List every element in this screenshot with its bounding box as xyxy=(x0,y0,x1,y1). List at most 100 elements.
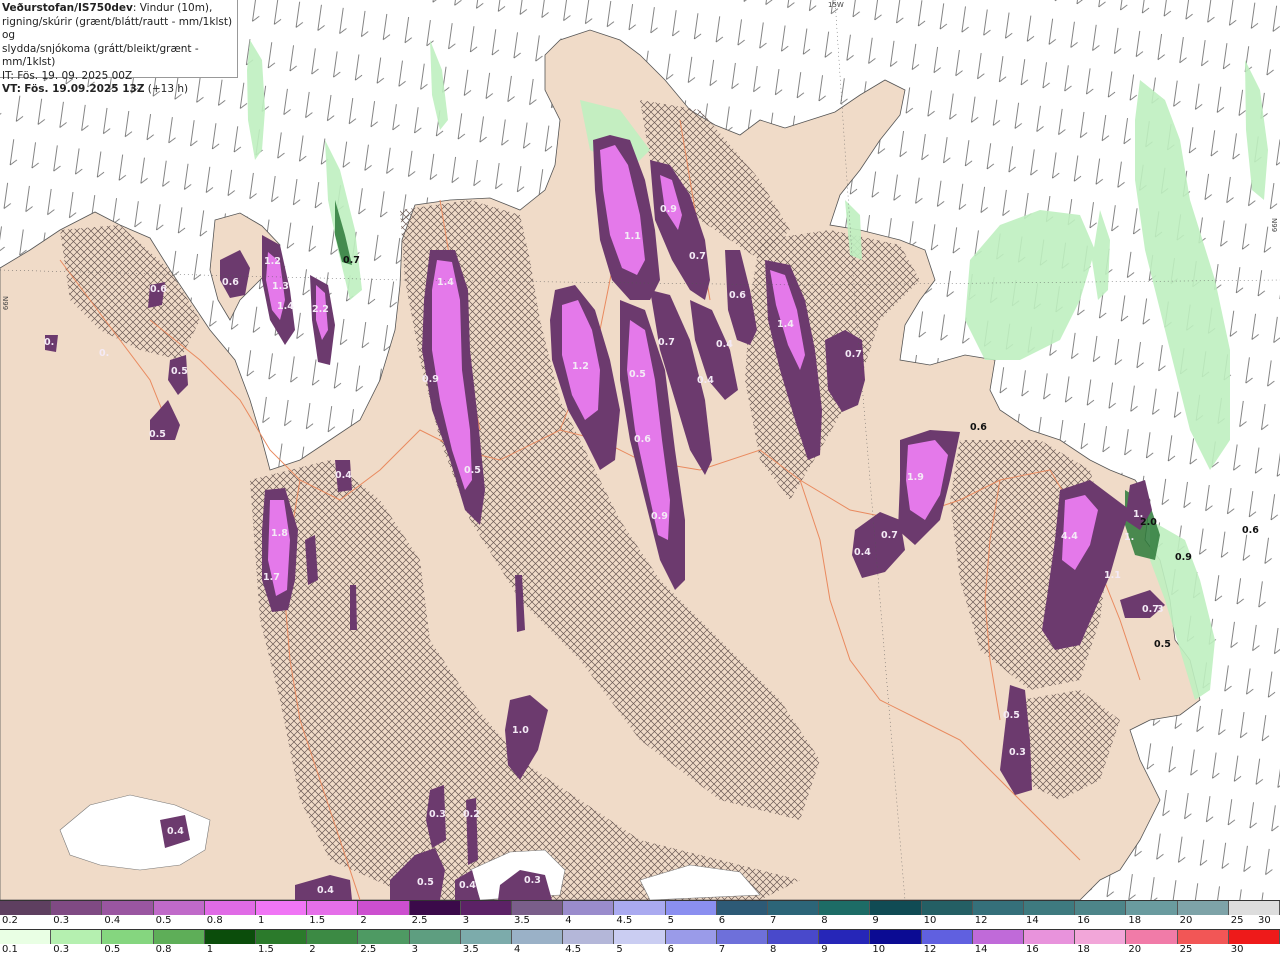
map-value-label: 0.4 xyxy=(317,885,334,896)
legend-tick-label: 0.8 xyxy=(206,915,223,926)
map-value-label: 0.5 xyxy=(464,465,481,476)
legend-tick-label: 18 xyxy=(1077,944,1090,955)
legend-swatch xyxy=(1075,930,1127,944)
map-value-label: 0.7 xyxy=(343,255,360,266)
legend-tick-label: 0.1 xyxy=(2,944,18,955)
legend-tick-label: 1 xyxy=(206,944,214,955)
legend-tick-label: 6 xyxy=(667,944,674,955)
map-value-label: 1.2 xyxy=(264,256,281,267)
legend-tick-label: 0.3 xyxy=(53,915,70,926)
map-value-label: 0.6 xyxy=(634,434,651,445)
legend-tick-label: 9 xyxy=(821,944,828,955)
map-value-label: 0.3 xyxy=(524,875,541,886)
map-value-label: 0.6 xyxy=(970,422,987,433)
legend-swatch xyxy=(870,930,922,944)
legend-swatch xyxy=(358,930,410,944)
map-value-label: 3 xyxy=(1157,604,1164,615)
legend-swatch xyxy=(972,930,1025,944)
legend-tick-label: 9 xyxy=(872,915,879,926)
legend-swatch xyxy=(358,901,410,915)
vt-label: VT: xyxy=(2,83,21,95)
map-value-label: 0.7 xyxy=(689,251,706,262)
latitude-label-left: 66N xyxy=(2,296,10,311)
map-value-label: 0.9 xyxy=(660,204,677,215)
legend-tick-label: 3.5 xyxy=(462,944,479,955)
legend-swatch xyxy=(1126,901,1178,915)
legend-tick-label: 5 xyxy=(667,915,674,926)
snow-legend-labels: 0.2 0.3 0.4 0.5 0.8 1 1.5 2 2.5 3 3.5 4 4.5 5 6 7 8 9 10 12… xyxy=(0,915,1280,929)
map-value-label: 0.4 xyxy=(697,375,714,386)
map-value-label: 0.6 xyxy=(729,290,746,301)
map-value-label: 0.2 xyxy=(463,809,480,820)
map-value-label: 0.6 xyxy=(1242,525,1259,536)
legend-tick-label: 3 xyxy=(462,915,470,926)
legend-swatch xyxy=(563,901,615,915)
legend-tick-label: 10 xyxy=(872,944,886,955)
map-value-label: 0.3 xyxy=(429,809,446,820)
legend-tick-label: 30 xyxy=(1258,915,1271,926)
legend-swatch xyxy=(1228,930,1280,944)
legend-tick-label: 3.5 xyxy=(514,915,530,926)
map-value-label: 0.4 xyxy=(854,547,871,558)
snow-legend: 0.2 0.3 0.4 0.5 0.8 1 1.5 2 2.5 3 3.5 4 4.5 5 6 7 8 9 10 12… xyxy=(0,900,1280,929)
valid-time: VT: Fös. 19.09.2025 13Z (+13 h) xyxy=(2,83,237,97)
legend-swatch xyxy=(102,901,154,915)
map-value-label: 0. xyxy=(99,348,110,359)
legend-swatch xyxy=(0,901,52,915)
map-value-label: 0.5 xyxy=(1003,710,1020,721)
map-value-label: 0.4 xyxy=(167,826,184,837)
legend-swatch xyxy=(51,901,103,915)
legend-tick-label: 4.5 xyxy=(616,915,633,926)
legend-tick-label: 4.5 xyxy=(565,944,582,955)
legend-swatch xyxy=(1126,930,1178,944)
legend-tick-label: 0.2 xyxy=(2,915,18,926)
snow-legend-swatches xyxy=(0,900,1280,915)
legend-tick-label: 1 xyxy=(258,915,265,926)
rain-legend: 0.1 0.3 0.5 0.8 1 1.5 2 2.5 3 3.5 4 4.5 5 6 7 8 9 10 12 14 1… xyxy=(0,929,1280,958)
legend-swatch xyxy=(512,930,564,944)
legend-swatch xyxy=(614,901,666,915)
legend-swatch xyxy=(665,901,717,915)
legend-swatch xyxy=(512,901,564,915)
legend-swatch xyxy=(1024,930,1076,944)
legend-tick-label: 3 xyxy=(411,944,418,955)
legend-swatch xyxy=(51,930,103,944)
map-value-label: 1.9 xyxy=(907,472,924,483)
map-value-label: 1.7 xyxy=(263,572,280,583)
map-header: Veðurstofan/IS750dev: Vindur (10m), rign… xyxy=(0,0,238,95)
source-name: Veðurstofan/IS750dev xyxy=(2,2,133,14)
legend-swatch xyxy=(716,930,769,944)
map-value-label: 0.9 xyxy=(1175,552,1192,563)
legend-tick-label: 0.5 xyxy=(155,915,172,926)
rain-legend-swatches xyxy=(0,929,1280,944)
legend-swatch xyxy=(1075,901,1127,915)
legend-tick-label: 14 xyxy=(974,944,988,955)
vt-value: Fös. 19.09.2025 13Z xyxy=(24,83,145,95)
legend-tick-label: 1.5 xyxy=(309,915,326,926)
map-value-label: 1.8 xyxy=(271,528,288,539)
legend-tick-label: 6 xyxy=(718,915,726,926)
map-value-label: 1.1 xyxy=(624,231,641,242)
title-line: Veðurstofan/IS750dev: Vindur (10m), xyxy=(2,2,237,16)
map-value-label: 0.6 xyxy=(150,284,167,295)
legend-swatch xyxy=(460,930,513,944)
vt-offset: (+13 h) xyxy=(147,83,189,95)
legend-tick-label: 1.5 xyxy=(258,944,274,955)
map-value-label: 1.0 xyxy=(512,725,529,736)
map-value-label: 2.0 xyxy=(1140,517,1157,528)
legend-swatch xyxy=(409,930,461,944)
map-value-label: 0.5 xyxy=(629,369,646,380)
legend-swatch xyxy=(409,901,461,915)
legend-swatch xyxy=(307,901,359,915)
map-area[interactable]: 0.7 0.6 1.2 1.3 1.4 2.2 0.6 0. 0. 0.5 0.5 1.4 0.9 0.5… xyxy=(0,0,1280,900)
legend-tick-label: 5 xyxy=(616,944,623,955)
legend-swatch xyxy=(819,901,871,915)
map-value-label: 0.7 xyxy=(881,530,898,541)
weather-map xyxy=(0,0,1280,900)
legend-tick-label: 18 xyxy=(1128,915,1142,926)
legend-swatch xyxy=(256,930,308,944)
legend-tick-label: 25 xyxy=(1179,944,1193,955)
legend-swatch xyxy=(972,901,1025,915)
title-desc: : Vindur (10m), xyxy=(132,2,213,14)
map-value-label: 0.5 xyxy=(417,877,434,888)
